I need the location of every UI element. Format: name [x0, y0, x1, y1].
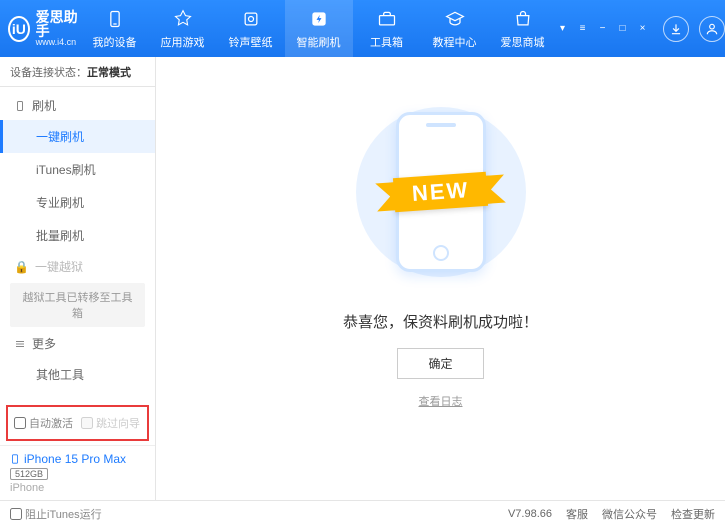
lock-icon: 🔒 [14, 260, 29, 274]
menu-one-click-flash[interactable]: 一键刷机 [0, 120, 155, 153]
success-message: 恭喜您，保资料刷机成功啦！ [343, 311, 538, 332]
sidebar: 设备连接状态： 正常模式 刷机 一键刷机 iTunes刷机 专业刷机 批量刷机 … [0, 57, 156, 500]
device-info[interactable]: iPhone 15 Pro Max 512GB iPhone [0, 445, 155, 500]
app-title: 爱思助手 [36, 10, 81, 38]
menu-other-tools[interactable]: 其他工具 [0, 358, 155, 391]
nav-store[interactable]: 爱思商城 [489, 0, 557, 57]
title-bar: iU 爱思助手 www.i4.cn 我的设备 应用游戏 铃声壁纸 智能刷机 工具… [0, 0, 725, 57]
app-url: www.i4.cn [36, 38, 81, 47]
ok-button[interactable]: 确定 [397, 348, 483, 379]
minimize-icon[interactable]: − [597, 23, 609, 35]
user-button[interactable] [699, 16, 725, 42]
device-type: iPhone [10, 482, 145, 494]
device-name: iPhone 15 Pro Max [10, 452, 145, 466]
group-flash[interactable]: 刷机 [0, 91, 155, 120]
download-button[interactable] [663, 16, 689, 42]
wechat-link[interactable]: 微信公众号 [602, 506, 657, 522]
main-content: NEW 恭喜您，保资料刷机成功啦！ 确定 查看日志 [156, 57, 725, 500]
close-icon[interactable]: × [637, 23, 649, 35]
nav-apps-games[interactable]: 应用游戏 [149, 0, 217, 57]
jailbreak-moved-info: 越狱工具已转移至工具箱 [10, 283, 145, 327]
phone-icon [104, 8, 126, 30]
menu-icon[interactable]: ▾ [557, 23, 569, 35]
menu-download-firmware[interactable]: 下载固件 [0, 391, 155, 401]
nav-smart-flash[interactable]: 智能刷机 [285, 0, 353, 57]
logo-icon: iU [8, 16, 30, 42]
new-ribbon: NEW [393, 172, 488, 212]
nav-my-device[interactable]: 我的设备 [81, 0, 149, 57]
apps-icon [172, 8, 194, 30]
nav-toolbox[interactable]: 工具箱 [353, 0, 421, 57]
tutorial-icon [444, 8, 466, 30]
group-jailbreak: 🔒 一键越狱 [0, 252, 155, 281]
options-highlight-box: 自动激活 跳过向导 [6, 405, 149, 441]
toolbox-icon [376, 8, 398, 30]
nav-tutorials[interactable]: 教程中心 [421, 0, 489, 57]
logo: iU 爱思助手 www.i4.cn [8, 10, 81, 47]
version-label: V7.98.66 [508, 508, 552, 520]
menu-batch-flash[interactable]: 批量刷机 [0, 219, 155, 252]
support-link[interactable]: 客服 [566, 506, 588, 522]
top-nav: 我的设备 应用游戏 铃声壁纸 智能刷机 工具箱 教程中心 爱思商城 [81, 0, 557, 57]
menu-itunes-flash[interactable]: iTunes刷机 [0, 153, 155, 186]
device-storage: 512GB [10, 468, 48, 480]
check-update-link[interactable]: 检查更新 [671, 506, 715, 522]
nav-ringtones[interactable]: 铃声壁纸 [217, 0, 285, 57]
group-more[interactable]: 更多 [0, 329, 155, 358]
device-status: 设备连接状态： 正常模式 [0, 57, 155, 87]
block-itunes-checkbox[interactable]: 阻止iTunes运行 [10, 506, 102, 522]
settings-icon[interactable]: ≡ [577, 23, 589, 35]
store-icon [512, 8, 534, 30]
view-log-link[interactable]: 查看日志 [419, 393, 463, 409]
auto-activate-checkbox[interactable]: 自动激活 [14, 415, 73, 431]
status-footer: 阻止iTunes运行 V7.98.66 客服 微信公众号 检查更新 [0, 500, 725, 527]
maximize-icon[interactable]: □ [617, 23, 629, 35]
menu-pro-flash[interactable]: 专业刷机 [0, 186, 155, 219]
skip-guide-checkbox[interactable]: 跳过向导 [81, 415, 140, 431]
window-controls: ▾ ≡ − □ × [557, 23, 649, 35]
flash-icon [308, 8, 330, 30]
ringtone-icon [240, 8, 262, 30]
success-illustration: NEW [341, 97, 541, 287]
